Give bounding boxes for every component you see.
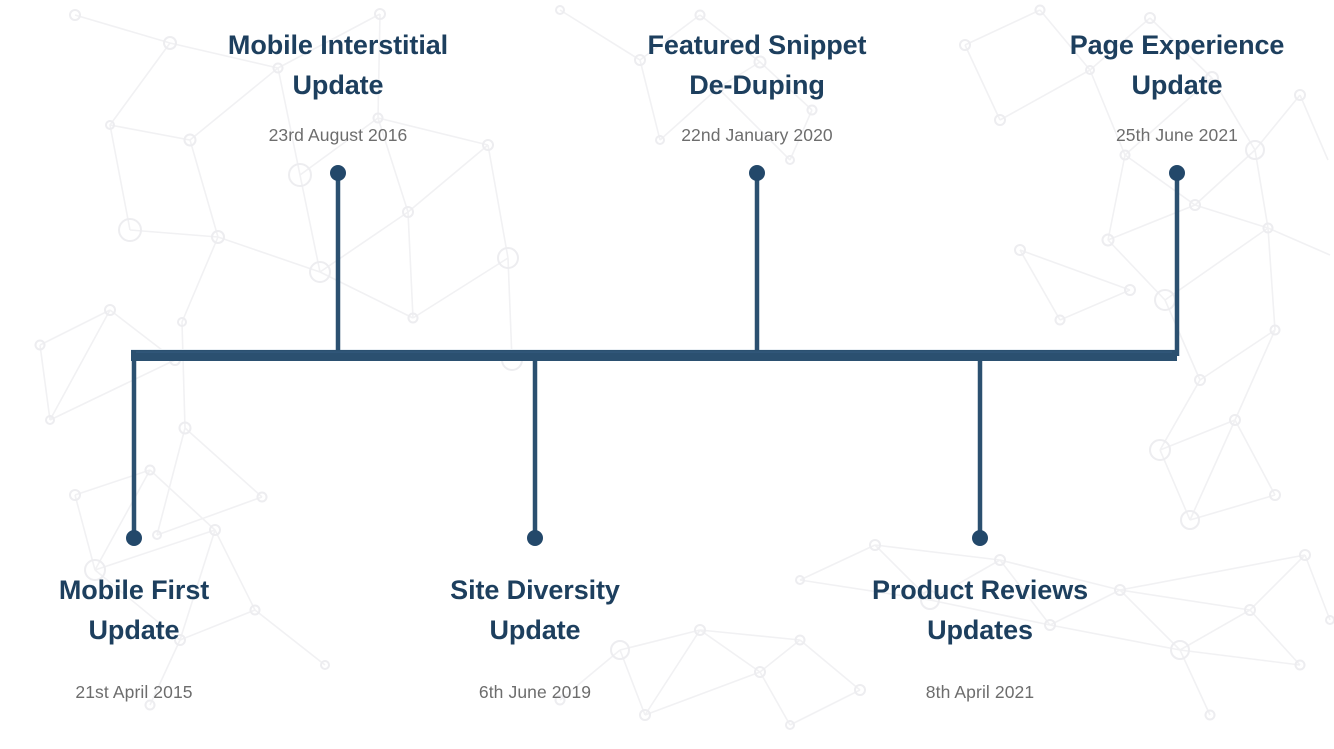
event-title: Product Reviews Updates <box>871 575 1089 645</box>
event-title: Site Diversity Update <box>450 575 620 645</box>
event-label-site-diversity-update[interactable]: Site Diversity Update 6th June 2019 <box>385 570 685 704</box>
event-title: Mobile First Update <box>58 575 210 645</box>
event-label-mobile-interstitial-update[interactable]: Mobile Interstitial Update 23rd August 2… <box>188 25 488 147</box>
timeline-axis-right-cap <box>1172 350 1177 361</box>
timeline-axis-left-cap <box>131 350 136 361</box>
timeline-connectors-above <box>335 173 1180 356</box>
event-label-mobile-first-update[interactable]: Mobile First Update 21st April 2015 <box>0 570 284 704</box>
dot-featured-snippet-de-duping <box>749 165 765 181</box>
timeline-dots-above <box>330 165 1185 181</box>
event-title: Page Experience Update <box>1069 30 1285 100</box>
timeline-connectors-below <box>131 355 983 538</box>
event-label-product-reviews-updates[interactable]: Product Reviews Updates 8th April 2021 <box>830 570 1130 704</box>
event-title: Mobile Interstitial Update <box>227 30 449 100</box>
dot-product-reviews-updates <box>972 530 988 546</box>
dot-mobile-first-update <box>126 530 142 546</box>
event-title: Featured Snippet De-Duping <box>647 30 867 100</box>
event-date: 25th June 2021 <box>1115 125 1239 145</box>
event-date: 8th April 2021 <box>925 682 1035 702</box>
dot-mobile-interstitial-update <box>330 165 346 181</box>
event-date: 23rd August 2016 <box>268 125 408 145</box>
timeline-axis-inner-shade <box>133 351 1175 353</box>
timeline-infographic: Mobile Interstitial Update 23rd August 2… <box>0 0 1334 749</box>
event-date: 21st April 2015 <box>75 682 193 702</box>
event-label-featured-snippet-de-duping[interactable]: Featured Snippet De-Duping 22nd January … <box>607 25 907 147</box>
timeline-dots-below <box>126 530 988 546</box>
dot-site-diversity-update <box>527 530 543 546</box>
dot-page-experience-update <box>1169 165 1185 181</box>
event-date: 22nd January 2020 <box>681 125 833 145</box>
event-date: 6th June 2019 <box>478 682 592 702</box>
event-label-page-experience-update[interactable]: Page Experience Update 25th June 2021 <box>1027 25 1327 147</box>
